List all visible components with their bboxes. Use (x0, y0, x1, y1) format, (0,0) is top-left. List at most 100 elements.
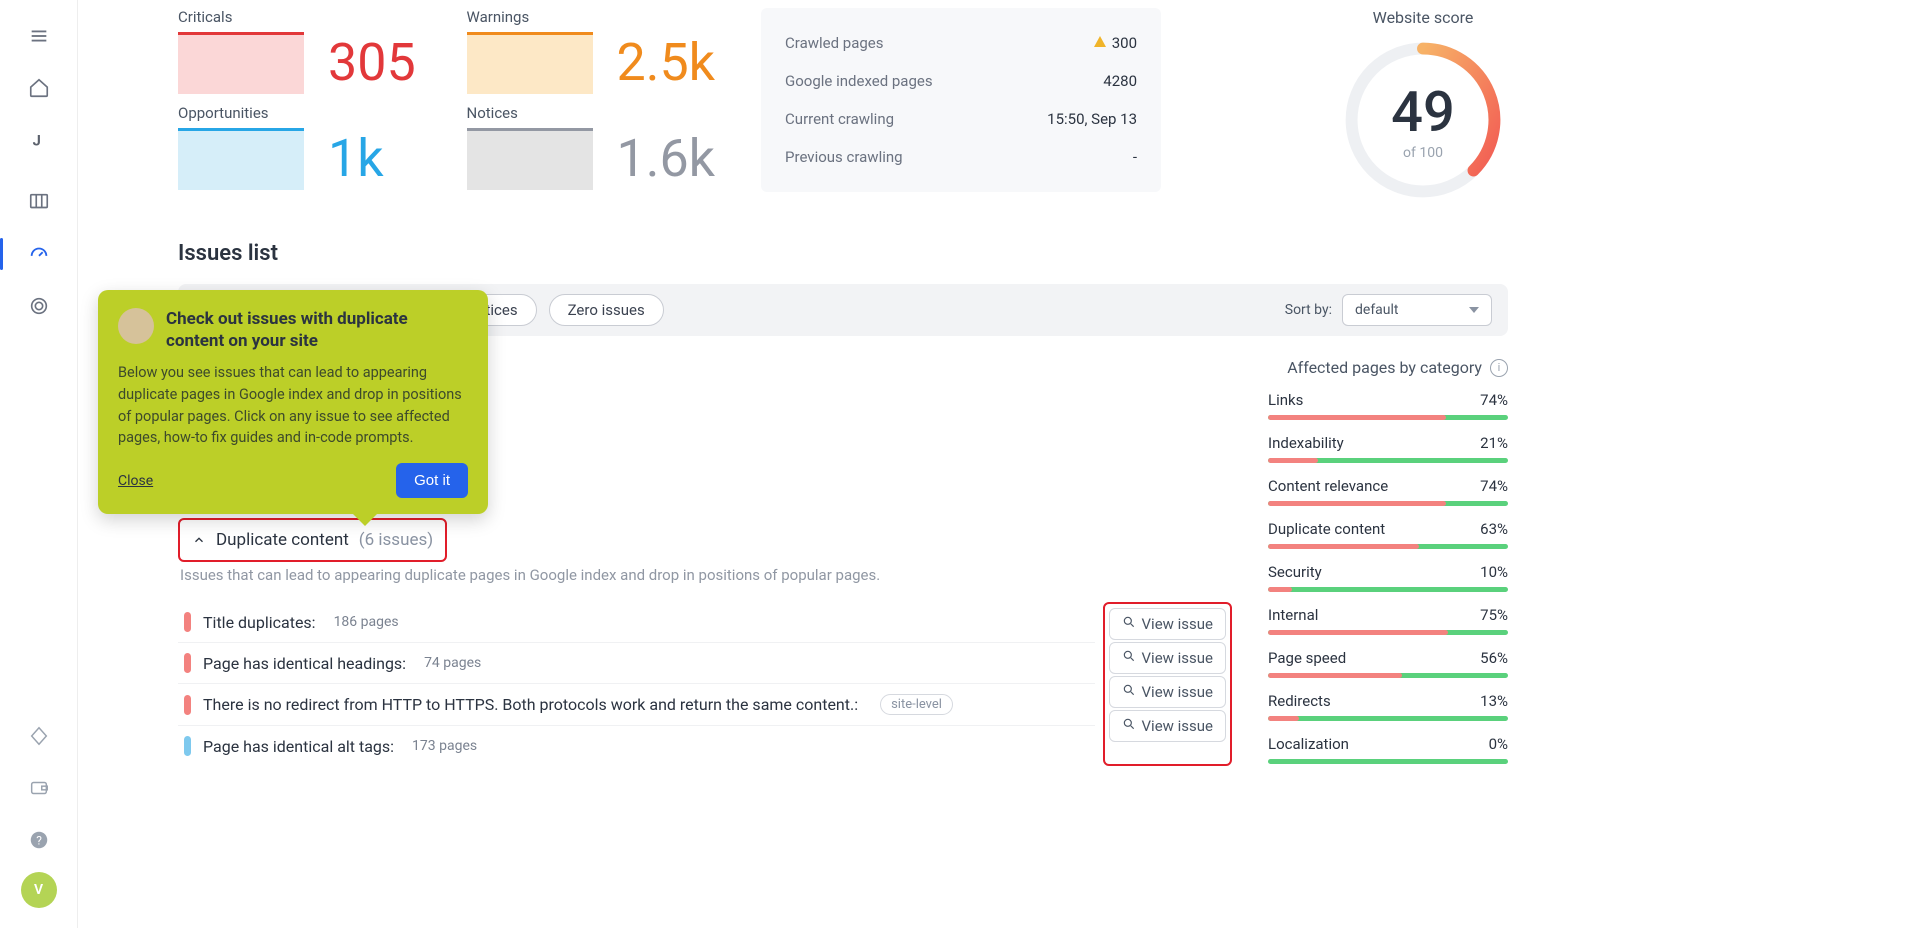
category-row[interactable]: Redirects 13% (1268, 692, 1508, 721)
stat-bar (467, 128, 593, 190)
category-pct: 74% (1480, 391, 1508, 409)
severity-indicator (184, 736, 191, 756)
category-pct: 13% (1480, 692, 1508, 710)
speed-icon[interactable] (19, 234, 59, 274)
stat-bar (178, 128, 304, 190)
severity-indicator (184, 653, 191, 673)
filter-chip[interactable]: Zero issues (549, 294, 664, 326)
view-issue-button[interactable]: View issue (1109, 710, 1227, 742)
popover-title: Check out issues with duplicate content … (166, 308, 468, 352)
target-icon[interactable] (19, 286, 59, 326)
crawl-label: Crawled pages (785, 34, 883, 52)
stat-opportunities[interactable]: Opportunities 1k (178, 104, 427, 190)
score-label: Website score (1338, 8, 1508, 27)
crawl-label: Current crawling (785, 110, 894, 128)
category-name: Indexability (1268, 434, 1344, 452)
severity-indicator (184, 612, 191, 632)
issue-title: Title duplicates: (203, 613, 316, 632)
popover-body: Below you see issues that can lead to ap… (118, 362, 468, 449)
diamond-icon[interactable] (19, 716, 59, 756)
view-issue-button[interactable]: View issue (1109, 608, 1227, 640)
category-bar (1268, 544, 1508, 549)
crawl-row: Current crawling15:50, Sep 13 (785, 100, 1137, 138)
issue-meta: 173 pages (412, 738, 477, 754)
view-issue-button[interactable]: View issue (1109, 676, 1227, 708)
popover-gotit-button[interactable]: Got it (396, 463, 468, 498)
search-icon (1122, 717, 1136, 735)
issue-row[interactable]: Page has identical headings: 74 pages (178, 642, 1095, 683)
category-name: Internal (1268, 606, 1318, 624)
category-pct: 56% (1480, 649, 1508, 667)
issue-row[interactable]: Page has identical alt tags: 173 pages (178, 725, 1095, 766)
issue-tag: site-level (880, 694, 953, 715)
avatar-letter: V (34, 882, 43, 898)
category-pct: 74% (1480, 477, 1508, 495)
help-icon[interactable]: ? (19, 820, 59, 860)
category-bar (1268, 630, 1508, 635)
group-description: Issues that can lead to appearing duplic… (180, 566, 1232, 584)
issue-title: Page has identical headings: (203, 654, 406, 673)
issue-row[interactable]: There is no redirect from HTTP to HTTPS.… (178, 683, 1095, 725)
info-icon[interactable]: i (1490, 359, 1508, 377)
view-issue-button[interactable]: View issue (1109, 642, 1227, 674)
category-row[interactable]: Content relevance 74% (1268, 477, 1508, 506)
popover-close-link[interactable]: Close (118, 473, 153, 489)
category-bar (1268, 716, 1508, 721)
group-duplicate-content[interactable]: Duplicate content (6 issues) (180, 520, 445, 560)
coach-avatar (118, 308, 154, 344)
category-bar (1268, 501, 1508, 506)
category-bar (1268, 759, 1508, 764)
view-issue-label: View issue (1142, 615, 1214, 633)
category-row[interactable]: Indexability21% (1268, 434, 1508, 463)
sort-label: Sort by: (1285, 302, 1332, 318)
stat-label: Warnings (467, 8, 716, 26)
category-row[interactable]: Security10% (1268, 563, 1508, 592)
avatar[interactable]: V (21, 872, 57, 908)
project-icon[interactable]: J (19, 120, 59, 160)
stat-label: Opportunities (178, 104, 427, 122)
stat-warnings[interactable]: Warnings 2.5k (467, 8, 716, 94)
issue-title: Page has identical alt tags: (203, 737, 394, 756)
crawl-value: 300 (1094, 34, 1137, 52)
category-row[interactable]: Internal75% (1268, 606, 1508, 635)
onboarding-popover: Check out issues with duplicate content … (98, 290, 488, 514)
stat-value: 1.6k (617, 133, 716, 185)
category-name: Links (1268, 391, 1303, 409)
category-row[interactable]: Duplicate content63% (1268, 520, 1508, 549)
view-issue-label: View issue (1142, 683, 1214, 701)
categories-header: Affected pages by category i (1268, 358, 1508, 377)
issue-meta: 74 pages (424, 655, 481, 671)
issue-row[interactable]: Title duplicates: 186 pages (178, 602, 1095, 642)
category-name: Content relevance (1268, 477, 1388, 495)
crawl-value: - (1133, 148, 1137, 166)
search-icon (1122, 649, 1136, 667)
group-count: (6 issues) (359, 530, 433, 550)
home-icon[interactable] (19, 68, 59, 108)
sort-select[interactable]: default (1342, 294, 1492, 326)
view-issue-label: View issue (1142, 649, 1214, 667)
dashboard-icon[interactable] (19, 182, 59, 222)
wallet-icon[interactable] (19, 768, 59, 808)
category-bar (1268, 458, 1508, 463)
crawl-row: Previous crawling- (785, 138, 1137, 176)
menu-icon[interactable] (19, 16, 59, 56)
category-bar (1268, 673, 1508, 678)
category-row[interactable]: Localization0% (1268, 735, 1508, 764)
stat-notices[interactable]: Notices 1.6k (467, 104, 716, 190)
crawl-label: Google indexed pages (785, 72, 933, 90)
category-pct: 10% (1480, 563, 1508, 581)
crawl-row: Crawled pages 300 (785, 24, 1137, 62)
view-issue-label: View issue (1142, 717, 1214, 735)
severity-indicator (184, 695, 191, 715)
category-bar (1268, 415, 1508, 420)
category-row[interactable]: Page speed56% (1268, 649, 1508, 678)
category-bar (1268, 587, 1508, 592)
category-row[interactable]: Links 74% (1268, 391, 1508, 420)
stat-criticals[interactable]: Criticals 305 (178, 8, 427, 94)
category-pct: 63% (1480, 520, 1508, 538)
sidebar: J ? V (0, 0, 78, 928)
issue-meta: 186 pages (334, 614, 399, 630)
category-name: Redirects (1268, 692, 1331, 710)
categories-title: Affected pages by category (1287, 358, 1482, 377)
issue-title: There is no redirect from HTTP to HTTPS.… (203, 695, 858, 714)
